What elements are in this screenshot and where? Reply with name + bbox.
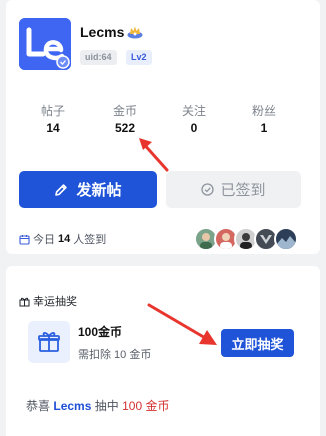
checkin-suffix: 人签到 bbox=[73, 234, 107, 246]
stat-following[interactable]: 关注 0 bbox=[164, 104, 224, 135]
lottery-card: 幸运抽奖 100金币 需扣除 10 金币 立即抽奖 恭喜 Lecms 抽中 10… bbox=[6, 266, 320, 436]
stat-label: 金币 bbox=[112, 104, 137, 118]
winner-name[interactable]: Lecms bbox=[53, 399, 91, 413]
calendar-icon bbox=[19, 234, 30, 245]
stat-value: 1 bbox=[260, 121, 268, 135]
draw-now-button[interactable]: 立即抽奖 bbox=[221, 329, 294, 357]
stat-followers[interactable]: 粉丝 1 bbox=[234, 104, 294, 135]
checkin-summary: 今日 14 人签到 bbox=[19, 231, 106, 247]
stat-label: 关注 bbox=[181, 104, 206, 118]
stat-value: 522 bbox=[114, 121, 136, 135]
winner-mid: 抽中 bbox=[94, 399, 119, 413]
gift-icon bbox=[19, 297, 30, 306]
avatar-logo-icon bbox=[19, 18, 71, 70]
winner-prefix: 恭喜 bbox=[26, 399, 51, 413]
stat-value: 14 bbox=[46, 121, 60, 135]
crown-badge-icon bbox=[127, 25, 143, 39]
pencil-icon bbox=[55, 183, 68, 196]
uid-badge: uid:64 bbox=[80, 50, 117, 65]
check-circle-icon bbox=[201, 183, 215, 196]
avatar[interactable] bbox=[19, 18, 71, 70]
profile-card: Lecms uid:64 Lv2 帖子 14 金币 522 关注 0 粉丝 1 … bbox=[6, 0, 320, 254]
checkin-avatars bbox=[194, 227, 306, 251]
stat-coins[interactable]: 金币 522 bbox=[95, 104, 155, 135]
stat-label: 粉丝 bbox=[251, 104, 276, 118]
prize-name: 100金币 bbox=[78, 325, 123, 339]
level-badge: Lv2 bbox=[126, 50, 152, 65]
winner-prize: 100 金币 bbox=[122, 399, 170, 413]
checked-in-button[interactable]: 已签到 bbox=[166, 171, 301, 208]
stat-posts[interactable]: 帖子 14 bbox=[23, 104, 83, 135]
stat-label: 帖子 bbox=[40, 104, 65, 118]
checkin-user-avatar[interactable] bbox=[274, 227, 298, 251]
prize-cost: 需扣除 10 金币 bbox=[78, 349, 152, 361]
prize-icon bbox=[28, 321, 70, 363]
gift-box-icon bbox=[38, 332, 60, 352]
checkin-prefix: 今日 bbox=[33, 234, 55, 246]
checked-in-label: 已签到 bbox=[220, 182, 266, 199]
username[interactable]: Lecms bbox=[80, 24, 124, 40]
new-post-button[interactable]: 发新帖 bbox=[19, 171, 157, 208]
lottery-title-label: 幸运抽奖 bbox=[33, 296, 77, 308]
winner-announcement: 恭喜 Lecms 抽中 100 金币 bbox=[26, 397, 169, 414]
new-post-label: 发新帖 bbox=[76, 182, 122, 199]
lottery-title: 幸运抽奖 bbox=[19, 293, 77, 309]
stat-value: 0 bbox=[190, 121, 198, 135]
checkin-count: 14 bbox=[58, 233, 71, 245]
